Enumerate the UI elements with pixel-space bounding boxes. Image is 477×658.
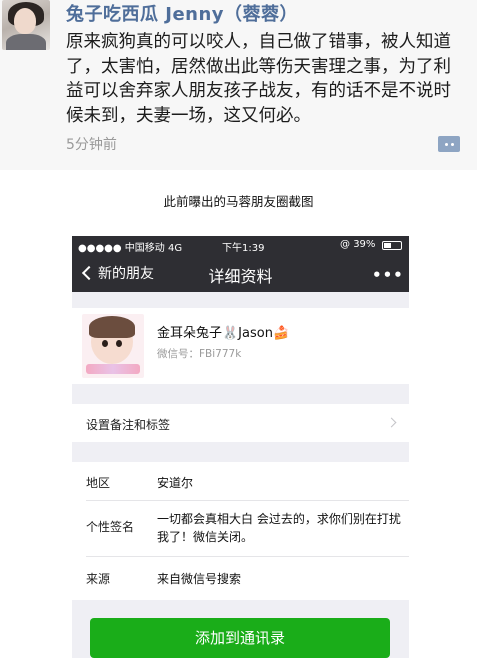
carrier-label: ●●●●● 中国移动 4G	[78, 243, 183, 254]
region-value: 安道尔	[157, 476, 194, 490]
signature-value: 一切都会真相大白 会过去的，求你们别在打扰我了！微信关闭。	[157, 512, 401, 544]
status-right: @ 39%	[340, 239, 375, 250]
wechat-id: 微信号：FBi777k	[157, 348, 242, 360]
post-author-name[interactable]: 兔子吃西瓜 Jenny（蓉蓉）	[66, 0, 298, 26]
avatar-hair	[89, 316, 135, 338]
signature-label: 个性签名	[86, 520, 135, 534]
post-timestamp: 5分钟前	[66, 137, 117, 153]
divider	[86, 556, 409, 557]
avatar-eye	[116, 340, 122, 347]
status-bar: ●●●●● 中国移动 4G 下午1:39 @ 39%	[72, 236, 409, 254]
details-section: 地区 安道尔 个性签名 一切都会真相大白 会过去的，求你们别在打扰我了！微信关闭…	[72, 462, 409, 600]
more-menu-icon[interactable]: •••	[372, 266, 404, 284]
profile-screenshot: ●●●●● 中国移动 4G 下午1:39 @ 39% 新的朋友 详细资料 •••…	[72, 236, 409, 658]
region-label: 地区	[86, 476, 111, 490]
source-value: 来自微信号搜索	[157, 572, 242, 586]
profile-name: 金耳朵兔子🐰Jason🍰	[157, 326, 290, 341]
battery-icon	[382, 241, 402, 250]
avatar-body	[6, 34, 46, 50]
post-text: 原来疯狗真的可以咬人，自己做了错事，被人知道了，太害怕，居然做出此等伤天害理之事…	[66, 32, 451, 126]
chevron-right-icon	[386, 417, 397, 428]
source-label: 来源	[86, 572, 111, 586]
remark-row[interactable]: 设置备注和标签	[72, 404, 409, 442]
avatar-decoration	[86, 364, 140, 374]
avatar-eye	[102, 340, 108, 347]
comment-icon[interactable]	[438, 136, 460, 152]
avatar-face	[14, 8, 36, 34]
moments-post: 兔子吃西瓜 Jenny（蓉蓉） 原来疯狗真的可以咬人，自己做了错事，被人知道了，…	[0, 0, 477, 170]
battery-percent: 39%	[353, 239, 376, 250]
user-avatar[interactable]	[2, 0, 50, 50]
clock: 下午1:39	[222, 243, 265, 254]
image-caption: 此前曝出的马蓉朋友圈截图	[163, 194, 314, 209]
nav-bar: 新的朋友 详细资料 •••	[72, 254, 409, 292]
page-title: 详细资料	[208, 267, 273, 286]
profile-card: 金耳朵兔子🐰Jason🍰 微信号：FBi777k	[72, 308, 409, 384]
profile-avatar[interactable]	[82, 314, 144, 378]
divider	[86, 500, 409, 501]
remark-label: 设置备注和标签	[86, 418, 171, 432]
orientation-lock-icon: @	[340, 239, 350, 250]
add-to-contacts-button[interactable]: 添加到通讯录	[90, 618, 390, 658]
